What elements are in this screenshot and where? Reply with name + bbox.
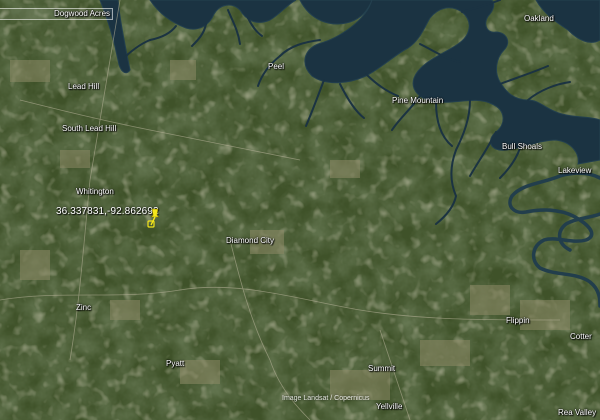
marker-coordinates-label: 36.337831,-92.862692	[56, 206, 159, 217]
pushpin-icon[interactable]	[145, 206, 163, 228]
search-bar[interactable]	[0, 8, 113, 20]
imagery-attribution: Image Landsat / Copernicus	[282, 395, 370, 402]
satellite-map[interactable]: Dogwood Acres Oakland Lead Hill Peel Pin…	[0, 0, 600, 420]
